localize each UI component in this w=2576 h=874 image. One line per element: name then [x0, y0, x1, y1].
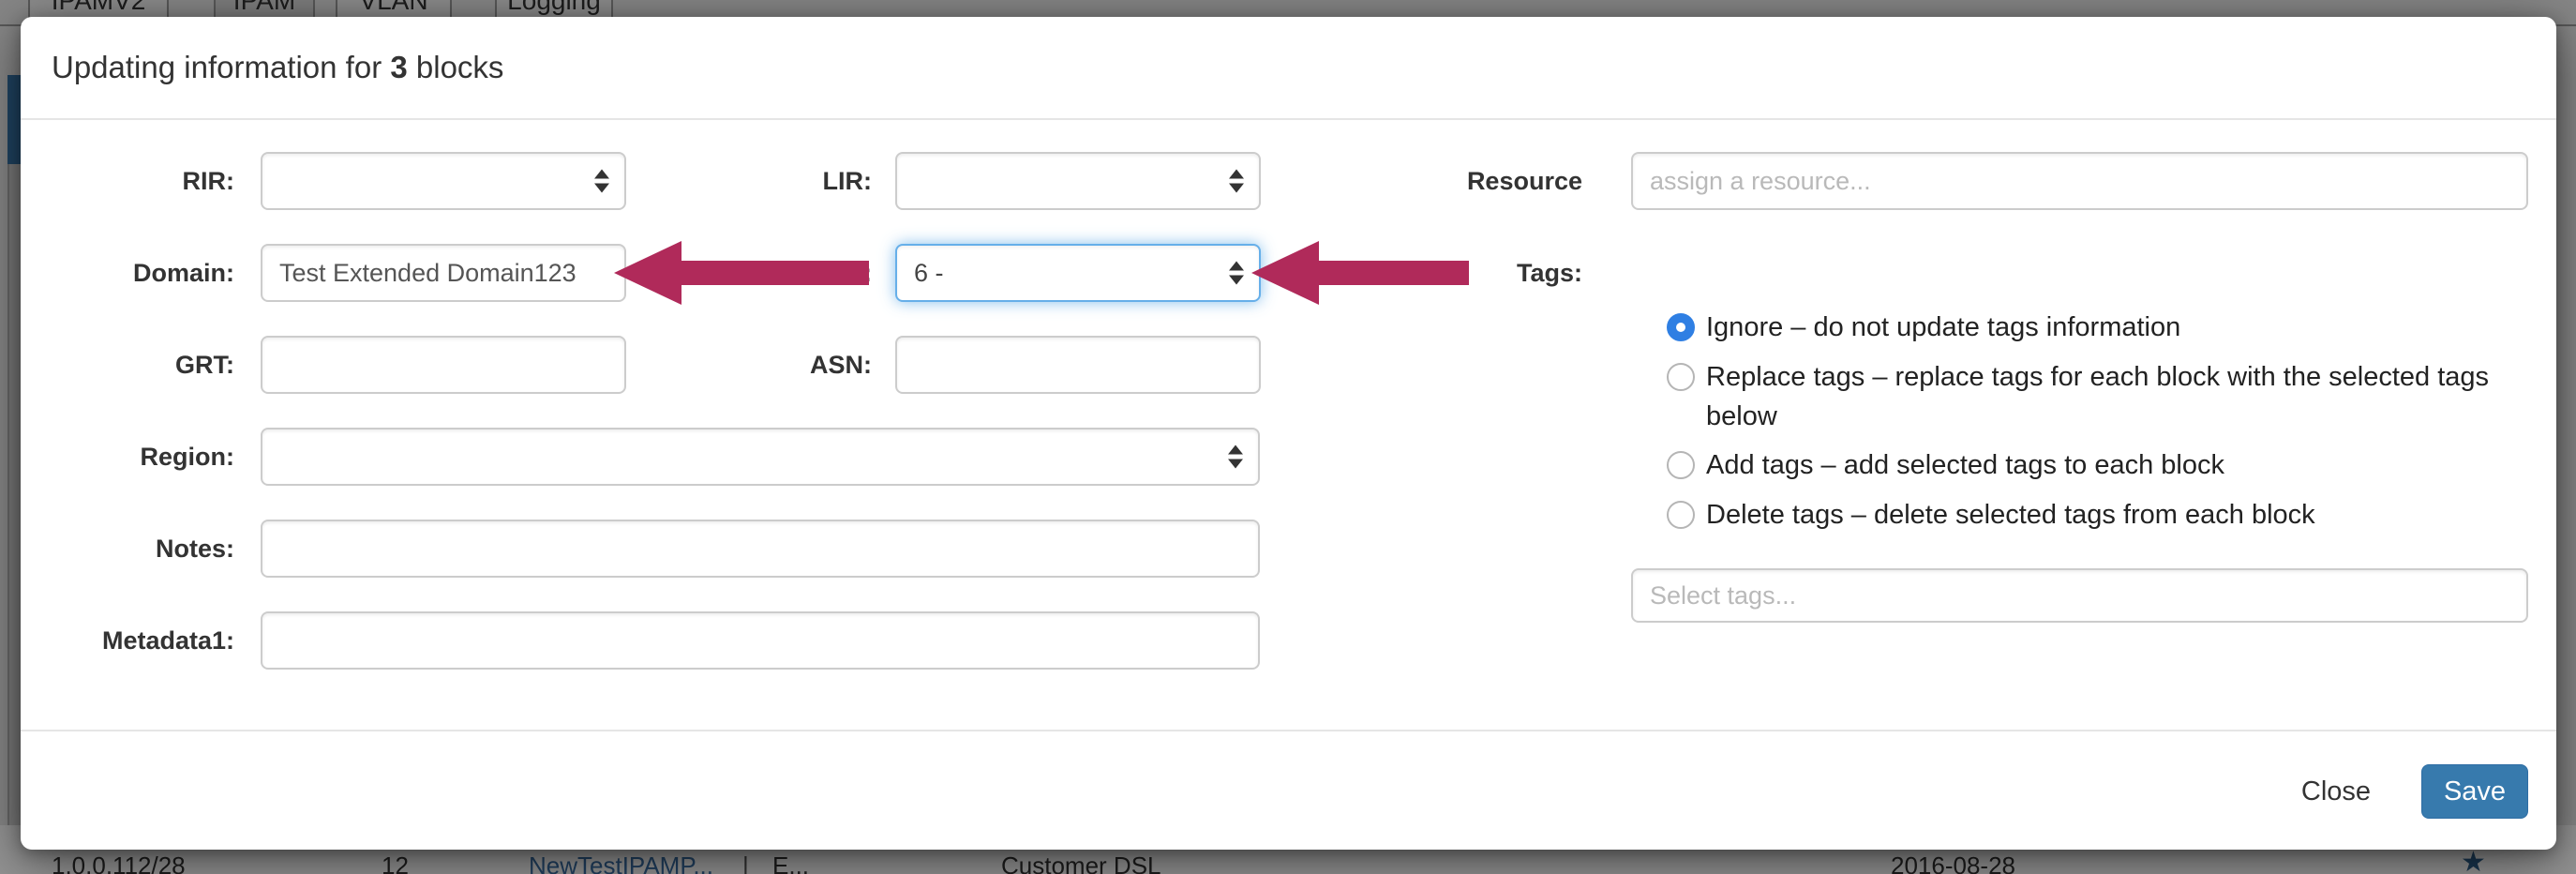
- radio-icon: [1667, 451, 1695, 479]
- select-spinner-icon: [1228, 445, 1243, 469]
- update-blocks-modal: Updating information for 3 blocks RIR: L…: [21, 17, 2556, 850]
- modal-header: Updating information for 3 blocks: [21, 17, 2556, 120]
- select-spinner-icon: [594, 170, 609, 193]
- modal-title-prefix: Updating information for: [52, 50, 390, 84]
- metadata1-input[interactable]: [261, 611, 1260, 670]
- region-label: Region:: [52, 428, 234, 486]
- radio-add-tags[interactable]: Add tags – add selected tags to each blo…: [1667, 445, 2510, 485]
- radio-icon: [1667, 363, 1695, 391]
- tags-label: Tags:: [1370, 244, 1582, 302]
- lir-select[interactable]: [895, 152, 1261, 210]
- asn-label: ASN:: [677, 336, 872, 394]
- radio-ignore-tags[interactable]: Ignore – do not update tags information: [1667, 308, 2510, 347]
- select-spinner-icon: [1229, 262, 1244, 285]
- close-button[interactable]: Close: [2270, 764, 2402, 819]
- rir-select[interactable]: [261, 152, 626, 210]
- radio-ignore-label: Ignore – do not update tags information: [1706, 308, 2180, 347]
- notes-label: Notes:: [52, 520, 234, 578]
- save-button[interactable]: Save: [2421, 764, 2528, 819]
- vlan-select[interactable]: 6 -: [895, 244, 1261, 302]
- grt-input[interactable]: [261, 336, 626, 394]
- lir-label: LIR:: [677, 152, 872, 210]
- page: { "background": { "tabs": [ { "label": "…: [0, 0, 2576, 874]
- radio-delete-label: Delete tags – delete selected tags from …: [1706, 495, 2315, 535]
- select-spinner-icon: [1229, 170, 1244, 193]
- radio-add-label: Add tags – add selected tags to each blo…: [1706, 445, 2224, 485]
- radio-icon: [1667, 501, 1695, 529]
- resource-input[interactable]: [1631, 152, 2528, 210]
- resource-label: Resource: [1370, 152, 1582, 210]
- grt-label: GRT:: [52, 336, 234, 394]
- radio-replace-label: Replace tags – replace tags for each blo…: [1706, 357, 2489, 436]
- metadata1-label: Metadata1:: [52, 611, 234, 670]
- vlan-select-value: 6 -: [914, 259, 944, 288]
- domain-label: Domain:: [52, 244, 234, 302]
- modal-footer-divider: [21, 730, 2556, 731]
- select-tags-input[interactable]: [1631, 568, 2528, 623]
- modal-title-suffix: blocks: [408, 50, 504, 84]
- vlan-label: VLAN:: [677, 244, 872, 302]
- notes-input[interactable]: [261, 520, 1260, 578]
- rir-label: RIR:: [52, 152, 234, 210]
- modal-title-count: 3: [390, 50, 407, 84]
- radio-delete-tags[interactable]: Delete tags – delete selected tags from …: [1667, 495, 2510, 535]
- radio-selected-icon: [1667, 313, 1695, 341]
- region-select[interactable]: [261, 428, 1260, 486]
- asn-input[interactable]: [895, 336, 1261, 394]
- domain-input[interactable]: [261, 244, 626, 302]
- radio-replace-tags[interactable]: Replace tags – replace tags for each blo…: [1667, 357, 2510, 436]
- modal-title: Updating information for 3 blocks: [52, 50, 503, 85]
